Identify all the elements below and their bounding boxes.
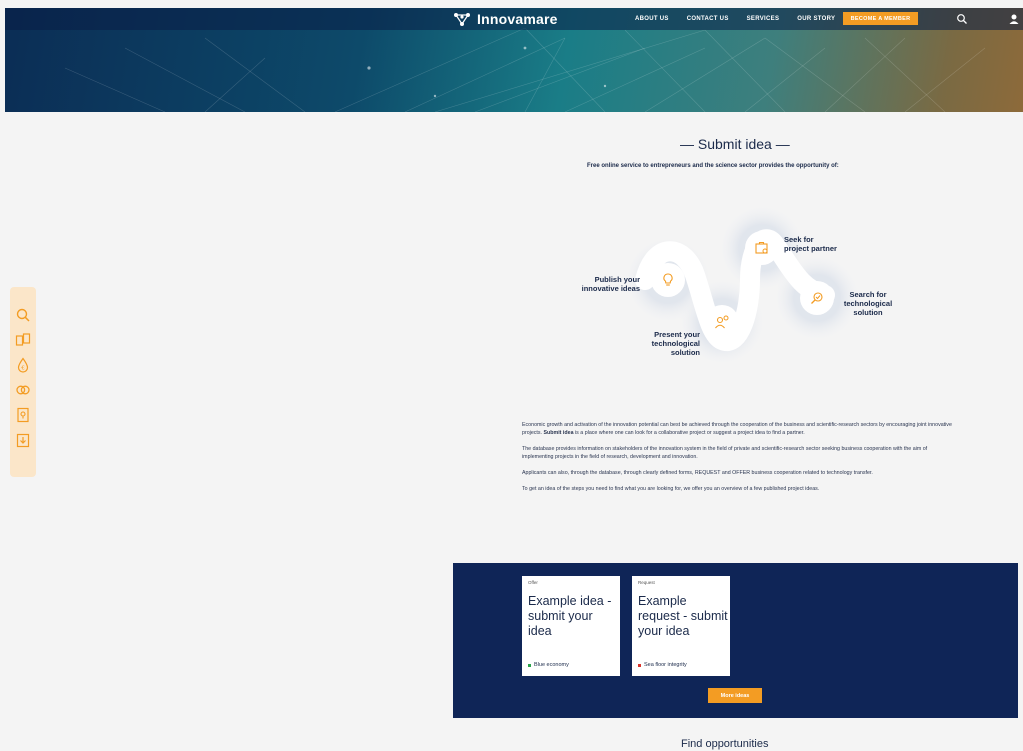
nav-contact-us[interactable]: CONTACT US: [687, 16, 729, 22]
compare-documents-icon[interactable]: [15, 332, 31, 348]
intro-paragraph-4: To get an idea of the steps you need to …: [522, 486, 820, 492]
search-zoom-icon[interactable]: [15, 307, 31, 323]
lightbulb-icon: [663, 273, 673, 286]
idea-card-request[interactable]: Request Example request - submit your id…: [632, 576, 730, 676]
submit-idea-emphasis: Submit idea: [543, 430, 574, 436]
card-type: Offer: [528, 580, 538, 585]
ideas-panel: Offer Example idea - submit your idea Bl…: [453, 563, 1018, 718]
svg-text:€: €: [21, 366, 25, 372]
innovamare-logo-icon: [454, 13, 470, 26]
become-member-button[interactable]: BECOME A MEMBER: [843, 12, 918, 25]
section-subtitle: Free online service to entrepreneurs and…: [587, 163, 839, 169]
card-type: Request: [638, 580, 655, 585]
more-ideas-button[interactable]: More ideas: [708, 688, 762, 703]
side-toolbar: €: [10, 287, 36, 477]
search-icon[interactable]: [956, 13, 968, 25]
hero-banner: Innovamare ABOUT US CONTACT US SERVICES …: [5, 8, 1023, 112]
card-tag: Sea floor integrity: [638, 662, 687, 668]
card-tag: Blue economy: [528, 662, 569, 668]
briefcase-search-icon: [755, 241, 768, 254]
user-icon[interactable]: [1008, 13, 1020, 25]
section-title: — Submit idea —: [680, 136, 790, 152]
label-publish-ideas: Publish your innovative ideas: [581, 275, 640, 293]
nav-our-story[interactable]: OUR STORY: [797, 16, 835, 22]
brand-name: Innovamare: [477, 11, 558, 27]
card-title[interactable]: Example idea - submit your idea: [528, 594, 618, 639]
intro-paragraph-1: Economic growth and activation of the in…: [522, 422, 952, 436]
label-search-solution: Search for technological solution: [843, 290, 893, 317]
intro-paragraph-3: Applicants can also, through the databas…: [522, 470, 873, 476]
idea-card-offer[interactable]: Offer Example idea - submit your idea Bl…: [522, 576, 620, 676]
download-document-icon[interactable]: [15, 432, 31, 448]
find-opportunities-heading: Find opportunities: [681, 738, 769, 750]
label-seek-partner: Seek for project partner: [784, 235, 837, 253]
brand-logo[interactable]: Innovamare: [453, 10, 558, 28]
intro-paragraph-2: The database provides information on sta…: [522, 446, 928, 460]
intro-text: Economic growth and activation of the in…: [522, 421, 952, 501]
person-gear-icon: [715, 315, 729, 329]
nav-menu: ABOUT US CONTACT US SERVICES OUR STORY: [635, 8, 835, 30]
tag-dot: [638, 663, 641, 667]
magnifier-check-icon: [811, 292, 823, 304]
nav-about-us[interactable]: ABOUT US: [635, 16, 669, 22]
nav-services[interactable]: SERVICES: [747, 16, 780, 22]
funding-drop-icon[interactable]: €: [15, 357, 31, 373]
label-present-solution: Present your technological solution: [651, 330, 700, 357]
idea-document-icon[interactable]: [15, 407, 31, 423]
services-diagram: Publish your innovative ideas Seek for p…: [582, 200, 900, 400]
card-title[interactable]: Example request - submit your idea: [638, 594, 728, 639]
cooperation-rings-icon[interactable]: [15, 382, 31, 398]
tag-dot: [528, 663, 531, 667]
